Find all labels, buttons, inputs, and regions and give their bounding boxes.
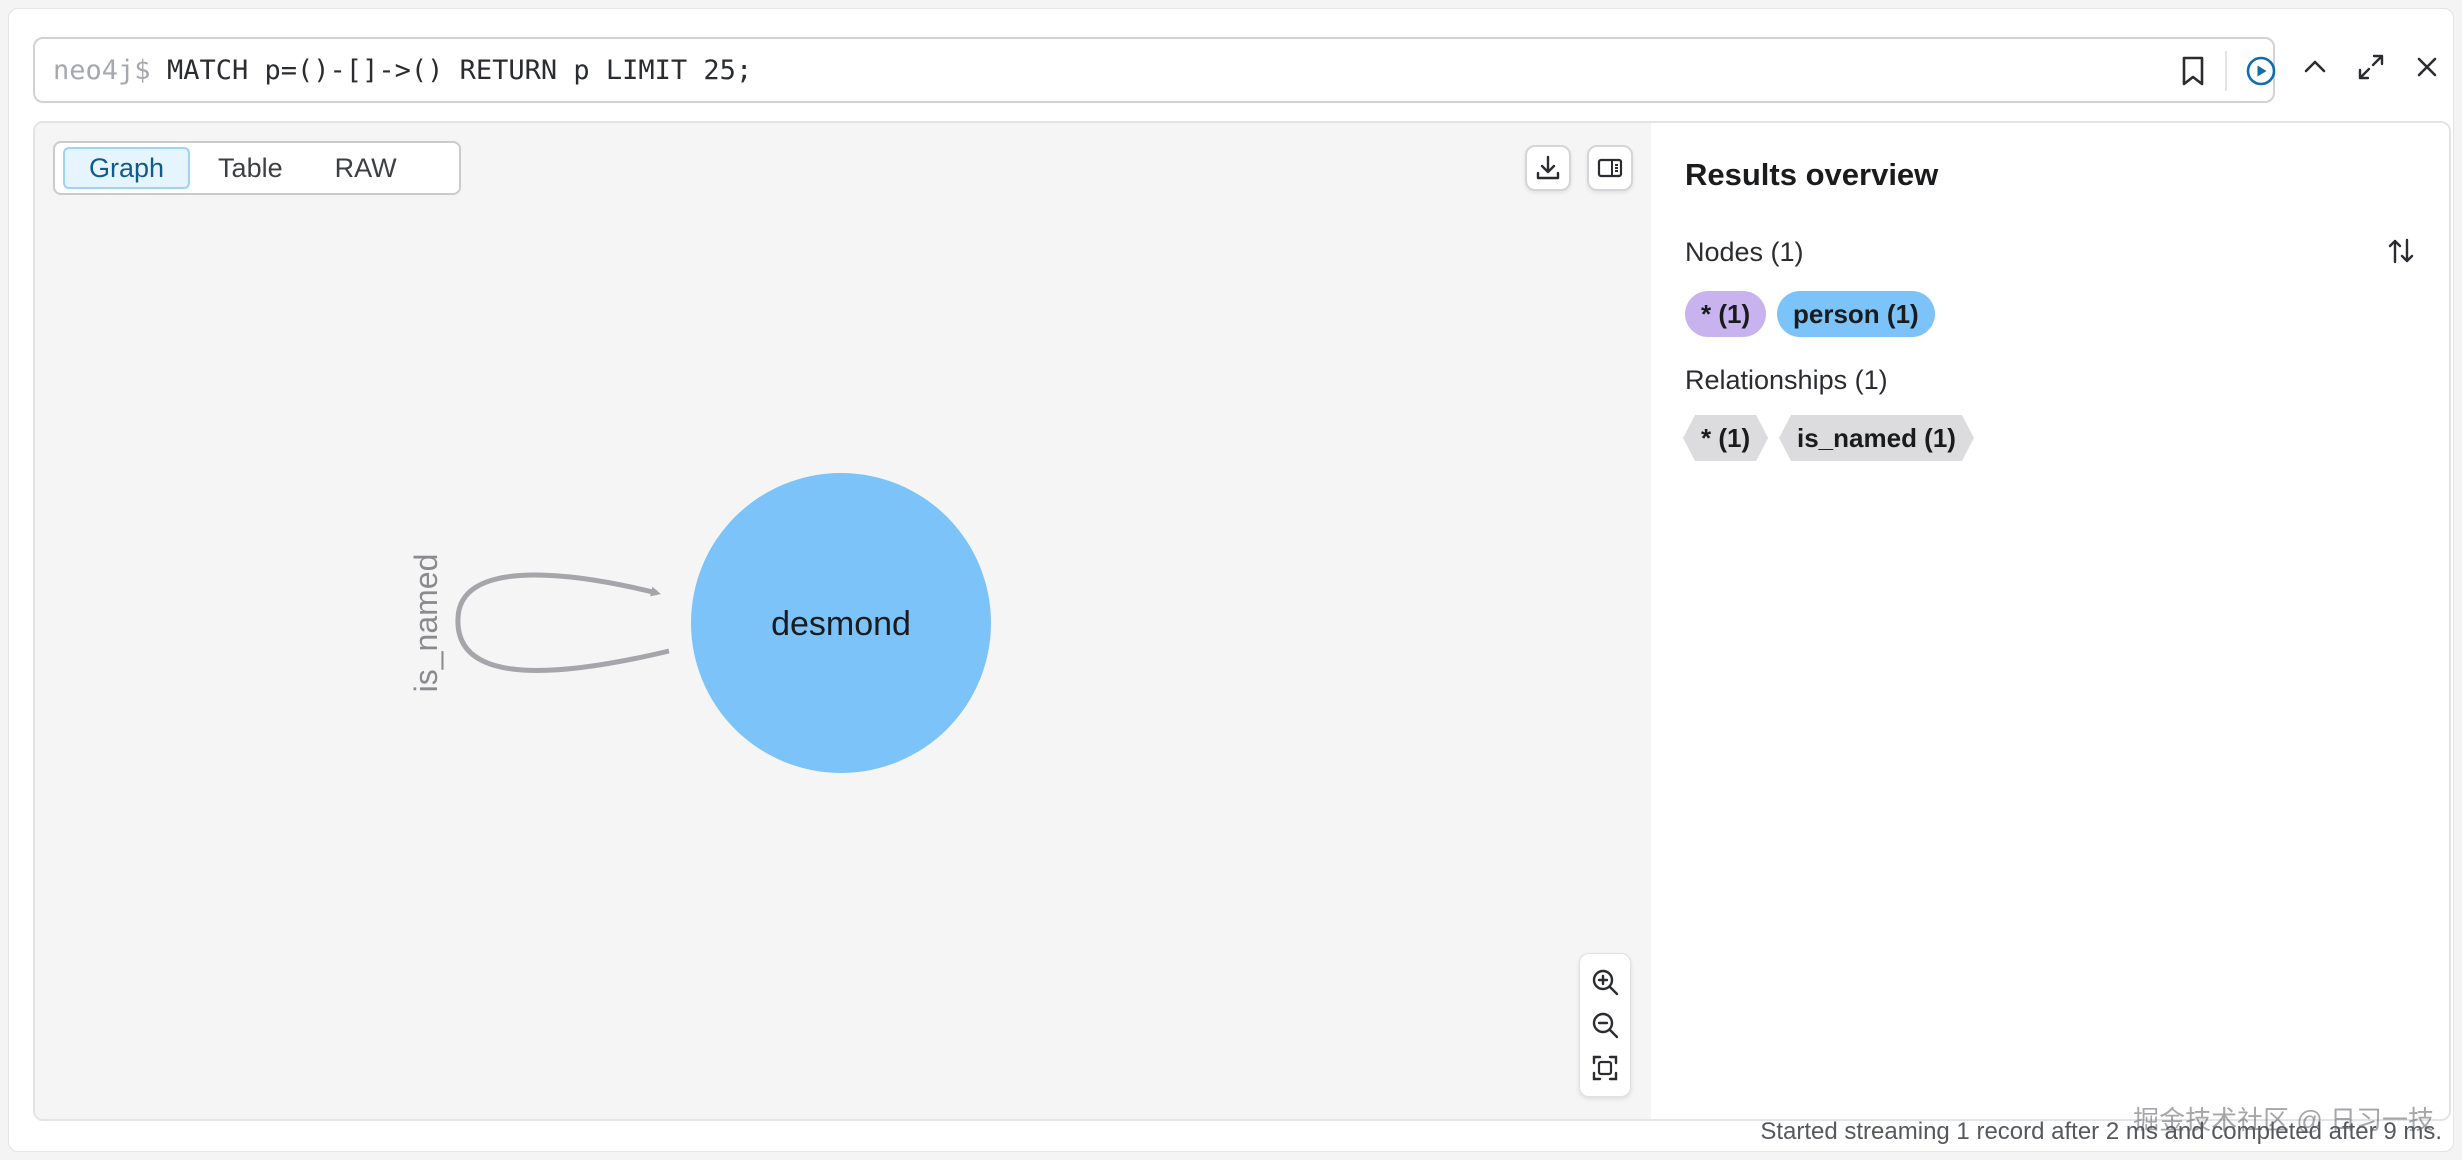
graph-drawing: is_named desmond <box>408 473 991 773</box>
close-icon[interactable] <box>2407 47 2447 87</box>
graph-node-label: desmond <box>771 605 911 643</box>
play-circle-icon[interactable] <box>2243 53 2279 89</box>
results-overview: Results overview Nodes (1) * (1) person … <box>1651 123 2449 1119</box>
zoom-out-icon[interactable] <box>1585 1005 1625 1045</box>
status-message: Started streaming 1 record after 2 ms an… <box>1760 1118 2442 1145</box>
node-label-pill-person[interactable]: person (1) <box>1777 291 1935 337</box>
relationship-loop[interactable] <box>455 572 670 673</box>
nodes-heading: Nodes (1) <box>1685 237 1804 267</box>
node-label-pill-all[interactable]: * (1) <box>1685 291 1767 337</box>
result-panel: Graph Table RAW is_named desmond Results… <box>33 121 2451 1121</box>
editor-prompt: neo4j$ <box>53 55 151 86</box>
fit-to-screen-icon[interactable] <box>1585 1048 1625 1088</box>
rel-type-tag-is-named[interactable]: is_named (1) <box>1779 415 1974 461</box>
sort-icon[interactable] <box>2381 231 2421 271</box>
overview-title: Results overview <box>1685 157 1939 192</box>
chevron-up-icon[interactable] <box>2295 47 2335 87</box>
query-frame: neo4j$ MATCH p=()-[]->() RETURN p LIMIT … <box>8 8 2454 1152</box>
editor-divider <box>2225 51 2227 91</box>
zoom-controls <box>1579 953 1631 1097</box>
graph-canvas[interactable]: Graph Table RAW is_named desmond <box>35 123 1651 1119</box>
relationships-heading: Relationships (1) <box>1685 365 1888 395</box>
editor-query-text[interactable]: MATCH p=()-[]->() RETURN p LIMIT 25; <box>167 55 752 86</box>
query-editor[interactable]: neo4j$ MATCH p=()-[]->() RETURN p LIMIT … <box>33 37 2276 103</box>
expand-icon[interactable] <box>2351 47 2391 87</box>
rel-type-tag-all[interactable]: * (1) <box>1683 415 1768 461</box>
relationship-label: is_named <box>408 554 444 693</box>
zoom-in-icon[interactable] <box>1585 962 1625 1002</box>
bookmark-icon[interactable] <box>2175 53 2211 89</box>
